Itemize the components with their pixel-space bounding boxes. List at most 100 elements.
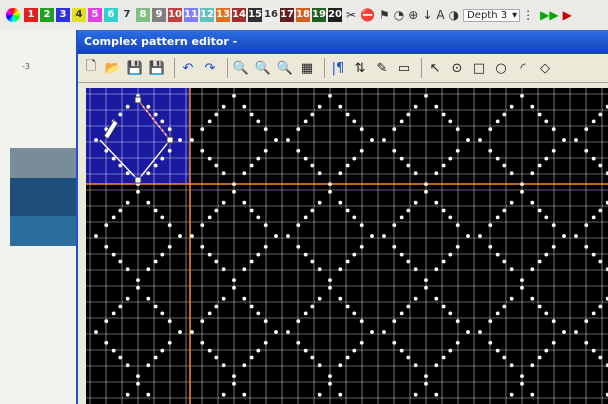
stitch-point	[256, 252, 261, 257]
stitch-point	[413, 267, 418, 272]
color-swatch-20[interactable]: 20	[328, 8, 342, 22]
color-swatch-9[interactable]: 9	[152, 8, 166, 22]
new-file-icon[interactable]: 🗋	[82, 59, 100, 77]
stitch-point	[178, 138, 182, 142]
pen-icon[interactable]: ✎	[373, 59, 391, 77]
stitch-point	[207, 156, 212, 161]
stitch-point	[591, 156, 596, 161]
stitch-point	[118, 163, 123, 168]
arc-icon[interactable]: ◜	[514, 59, 532, 77]
stitch-point	[352, 156, 357, 161]
compass-icon[interactable]: ⊕	[408, 8, 418, 22]
stitch-point	[118, 355, 123, 360]
stop-icon[interactable]: ⛔	[360, 8, 375, 22]
stitch-point	[502, 355, 507, 360]
stitch-point	[434, 104, 439, 109]
color-swatch-19[interactable]: 19	[312, 8, 326, 22]
window-title[interactable]: Complex pattern editor -	[78, 30, 608, 54]
text-icon[interactable]: A	[436, 8, 444, 22]
play-icon[interactable]: ▶▶	[540, 8, 558, 22]
color-swatch-8[interactable]: 8	[136, 8, 150, 22]
stitch-point	[242, 200, 247, 205]
stitch-point	[221, 392, 226, 397]
zoom-2-icon[interactable]: 🔍	[254, 59, 272, 77]
color-swatch-17[interactable]: 17	[280, 8, 294, 22]
align-icon[interactable]: ⇅	[351, 59, 369, 77]
pattern-canvas[interactable]	[86, 88, 608, 404]
toolbar-separator	[174, 58, 175, 78]
color-swatch-7[interactable]: 7	[120, 8, 134, 22]
save-icon[interactable]: 💾	[126, 59, 144, 77]
save-as-icon[interactable]: 💾	[148, 59, 166, 77]
rectangle-icon[interactable]: □	[470, 59, 488, 77]
circle-icon[interactable]: ○	[492, 59, 510, 77]
stitch-point	[146, 267, 151, 272]
stitch-point	[392, 223, 397, 228]
stitch-point	[466, 234, 470, 238]
stitch-point	[167, 319, 172, 324]
zoom-1-icon[interactable]: 🔍	[232, 59, 250, 77]
stitch-point	[104, 223, 109, 228]
stitch-point	[310, 112, 315, 117]
stitch-point	[544, 156, 549, 161]
stitch-point	[221, 296, 226, 301]
color-swatch-12[interactable]: 12	[200, 8, 214, 22]
depth-select[interactable]: Depth 3	[463, 8, 521, 22]
eraser-icon[interactable]: ▭	[395, 59, 413, 77]
color-swatch-15[interactable]: 15	[248, 8, 262, 22]
scissors-icon[interactable]: ✂	[346, 8, 356, 22]
needle-icon[interactable]: ↓	[422, 8, 432, 22]
open-folder-icon[interactable]: 📂	[104, 59, 122, 77]
color-swatch-10[interactable]: 10	[168, 8, 182, 22]
color-swatch-5[interactable]: 5	[88, 8, 102, 22]
color-swatch-18[interactable]: 18	[296, 8, 310, 22]
color-swatch-14[interactable]: 14	[232, 8, 246, 22]
stitch-point	[488, 223, 493, 228]
stitch-point	[207, 252, 212, 257]
stitch-point	[399, 156, 404, 161]
color-swatch-6[interactable]: 6	[104, 8, 118, 22]
timer-icon[interactable]: ◔	[394, 8, 404, 22]
color-swatch-3[interactable]: 3	[56, 8, 70, 22]
run-icon[interactable]: ▶	[563, 8, 572, 22]
redo-icon[interactable]: ↷	[201, 59, 219, 77]
color-swatch-16[interactable]: 16	[264, 8, 278, 22]
grid-icon[interactable]: ▦	[298, 59, 316, 77]
stitch-point	[125, 392, 130, 397]
stitch-point	[221, 104, 226, 109]
stitch-point	[200, 244, 205, 249]
stitch-point	[478, 234, 482, 238]
stitch-point	[338, 363, 343, 368]
stitch-point	[591, 252, 596, 257]
stitch-point	[406, 163, 411, 168]
zoom-3-icon[interactable]: 🔍	[276, 59, 294, 77]
color-swatch-2[interactable]: 2	[40, 8, 54, 22]
circle-point-icon[interactable]: ⊙	[448, 59, 466, 77]
stitch-point	[441, 163, 446, 168]
select-icon[interactable]: ↖	[426, 59, 444, 77]
color-swatch-4[interactable]: 4	[72, 8, 86, 22]
stitch-point	[392, 340, 397, 345]
color-swatch-13[interactable]: 13	[216, 8, 230, 22]
color-swatch-11[interactable]: 11	[184, 8, 198, 22]
stitch-point	[338, 200, 343, 205]
stitch-point	[441, 208, 446, 213]
stitch-point	[146, 171, 151, 176]
color-swatch-1[interactable]: 1	[24, 8, 38, 22]
stitch-point	[434, 171, 439, 176]
flag-icon[interactable]: ⚑	[379, 8, 390, 22]
stitch-point	[94, 138, 98, 142]
stitch-point	[136, 278, 140, 282]
stitch-point	[317, 296, 322, 301]
stitch-point	[178, 234, 182, 238]
background-panel	[10, 178, 76, 216]
stitch-point	[160, 156, 165, 161]
mirror-icon[interactable]: |¶	[329, 59, 347, 77]
stitch-point	[296, 223, 301, 228]
stitch-point	[441, 112, 446, 117]
undo-icon[interactable]: ↶	[179, 59, 197, 77]
split-icon[interactable]: ⋮	[522, 8, 534, 22]
diamond-icon[interactable]: ◇	[536, 59, 554, 77]
palette-icon[interactable]	[6, 8, 20, 22]
pattern-grid[interactable]	[86, 88, 608, 404]
